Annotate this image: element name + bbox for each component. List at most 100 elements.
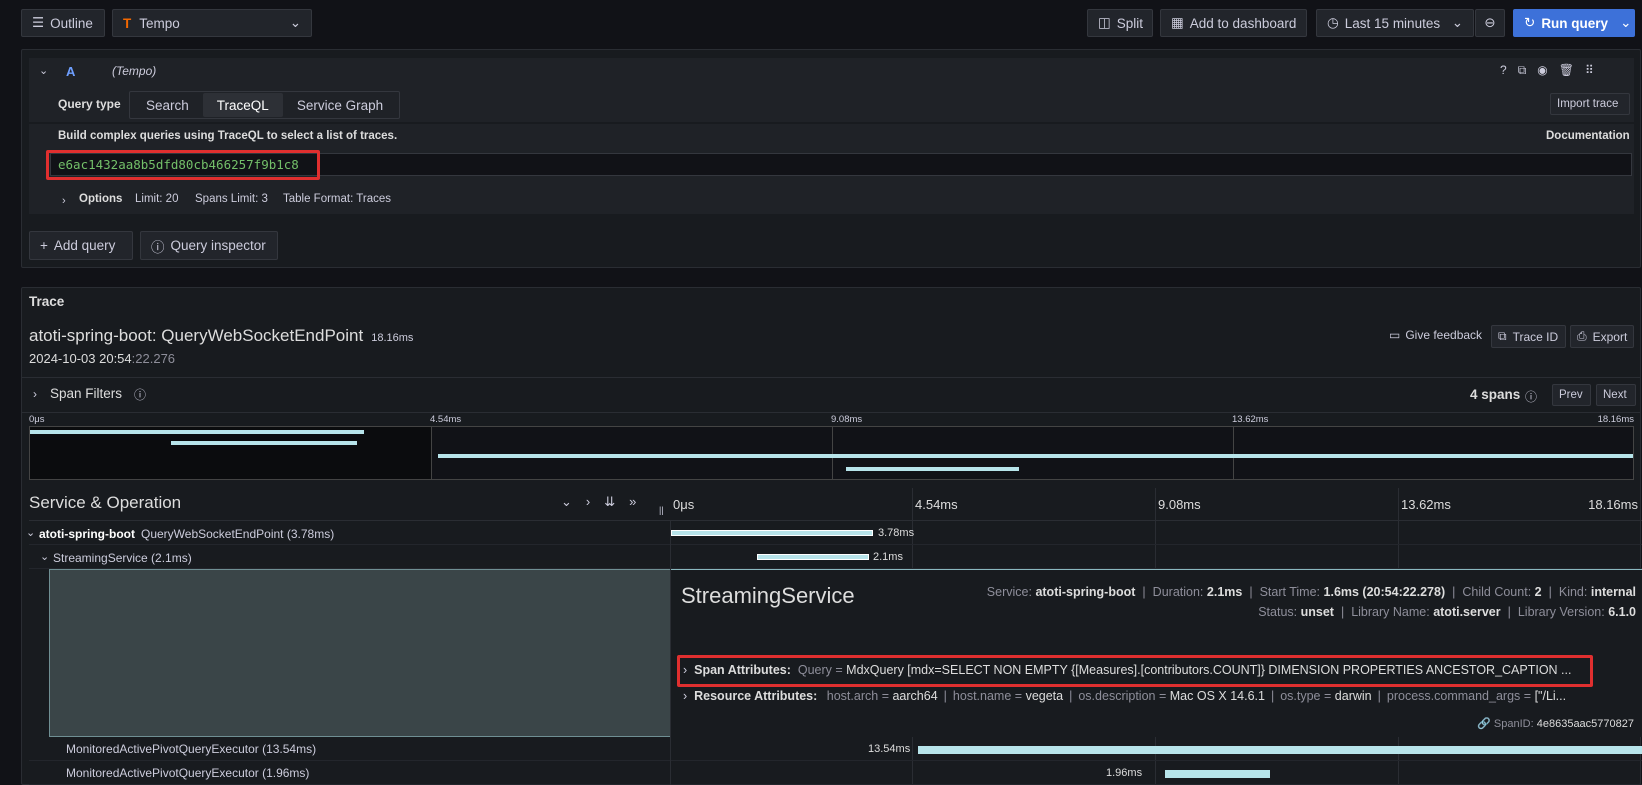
query-row-header <box>29 58 1634 86</box>
query-ref-id[interactable]: A <box>66 64 75 79</box>
meta-duration-value: 2.1ms <box>1206 585 1243 599</box>
add-to-dashboard-label: Add to dashboard <box>1189 15 1297 31</box>
span-duration-label: 13.54ms <box>868 743 911 755</box>
run-query-button[interactable]: ↻ Run query ⌄ <box>1513 9 1635 37</box>
minimap-span-bar <box>171 441 357 445</box>
dashboard-grid-icon: ▦ <box>1171 15 1184 30</box>
prev-button[interactable]: Prev <box>1552 384 1591 406</box>
next-button[interactable]: Next <box>1596 384 1636 406</box>
options-table-format: Table Format: Traces <box>283 193 392 205</box>
outline-button[interactable]: ☰ Outline <box>21 9 105 37</box>
outline-label: Outline <box>50 15 93 31</box>
comment-icon: ▭ <box>1389 328 1401 342</box>
duplicate-icon[interactable]: ⧉ <box>1518 63 1527 78</box>
span-operation[interactable]: StreamingService (2.1ms) <box>53 551 192 565</box>
span-bar[interactable] <box>756 554 869 560</box>
datasource-label: Tempo <box>139 15 180 31</box>
trace-id-label: Trace ID <box>1512 329 1559 344</box>
res-attr-key: host.name <box>952 689 1012 703</box>
trash-icon[interactable]: 🗑 <box>1559 63 1574 78</box>
span-expand-icon[interactable]: ⌄ <box>26 526 35 539</box>
span-attributes-highlight-box <box>677 655 1593 687</box>
span-id-row: 🔗 SpanID: 4e8635aac5770827 <box>1477 717 1634 730</box>
minimap-gridline <box>1233 427 1234 479</box>
documentation-link[interactable]: Documentation <box>1546 130 1630 142</box>
chevron-down-icon: ⌄ <box>1451 15 1463 30</box>
help-icon[interactable]: ? <box>1500 63 1507 78</box>
header-controls: ⌄ › ⇊ » <box>561 494 636 510</box>
span-id-value[interactable]: 4e8635aac5770827 <box>1537 718 1634 730</box>
resource-attributes-row[interactable]: › Resource Attributes: host.arch = aarch… <box>683 689 1633 703</box>
span-operation[interactable]: MonitoredActivePivotQueryExecutor (13.54… <box>66 742 316 756</box>
meta-lib-name-label: Library Name: <box>1351 605 1430 619</box>
res-attr-key: process.command_args <box>1386 689 1521 703</box>
span-detail-left-guide <box>49 569 671 737</box>
res-attr-key: os.type <box>1280 689 1321 703</box>
split-icon: ◫ <box>1098 15 1111 30</box>
span-id-label: SpanID: <box>1493 718 1534 730</box>
minimap-tick: 9.08ms <box>831 414 863 425</box>
export-button[interactable]: ⎙ Export <box>1570 325 1634 348</box>
span-bar[interactable] <box>671 530 874 536</box>
export-label: Export <box>1592 329 1628 344</box>
span-detail-panel: StreamingService Service: atoti-spring-b… <box>671 569 1642 737</box>
tab-search[interactable]: Search <box>132 93 203 117</box>
tempo-logo-icon: T <box>123 15 132 31</box>
eye-icon[interactable]: ◉ <box>1537 63 1547 78</box>
datasource-picker[interactable]: T Tempo ⌄ <box>112 9 312 37</box>
span-filters-label[interactable]: Span Filters <box>50 386 122 401</box>
drag-handle-icon[interactable]: ⠿ <box>1585 63 1594 78</box>
tab-traceql[interactable]: TraceQL <box>202 93 283 117</box>
span-name[interactable]: atoti-spring-boot QueryWebSocketEndPoint… <box>39 527 334 541</box>
expand-one-icon[interactable]: › <box>586 494 590 510</box>
give-feedback-link[interactable]: ▭ Give feedback <box>1389 328 1482 342</box>
collapse-all-icon[interactable]: ⇊ <box>604 494 615 510</box>
res-attr-key: os.description <box>1078 689 1156 703</box>
res-attr-value: aarch64 <box>892 689 938 703</box>
link-icon[interactable]: 🔗 <box>1477 718 1491 730</box>
minimap-span-bar <box>30 430 364 434</box>
chevron-down-icon: ⌄ <box>1620 15 1632 30</box>
collapse-query-icon[interactable]: ⌄ <box>39 64 48 77</box>
zoom-out-button[interactable]: ⊖ <box>1475 9 1505 37</box>
trace-service-operation: atoti-spring-boot: QueryWebSocketEndPoin… <box>29 326 364 345</box>
timeline-ticks: 0μs 4.54ms 9.08ms 13.62ms 18.16ms <box>670 488 1642 521</box>
prev-label: Prev <box>1559 389 1583 401</box>
tab-service-graph[interactable]: Service Graph <box>283 93 397 117</box>
options-label[interactable]: Options <box>79 193 122 205</box>
service-operation-header: Service & Operation <box>29 493 182 512</box>
minimap-selection <box>30 427 432 479</box>
res-attr-value: darwin <box>1334 689 1372 703</box>
options-limit: Limit: 20 <box>135 193 179 205</box>
split-button[interactable]: ◫ Split <box>1087 9 1153 37</box>
trace-minimap[interactable] <box>29 426 1634 480</box>
span-detail-meta-2: Status: unset | Library Name: atoti.serv… <box>1258 605 1636 619</box>
span-filters-chevron-icon[interactable]: › <box>33 387 37 401</box>
meta-duration-label: Duration: <box>1152 585 1204 599</box>
meta-kind-value: internal <box>1590 585 1636 599</box>
query-inspector-button[interactable]: ⓘ Query inspector <box>140 231 278 260</box>
minimap-gridline <box>832 427 833 479</box>
import-trace-label: Import trace <box>1557 98 1619 110</box>
collapse-one-icon[interactable]: ⌄ <box>561 494 572 510</box>
options-spans-limit: Spans Limit: 3 <box>195 193 268 205</box>
span-detail-meta-1: Service: atoti-spring-boot | Duration: 2… <box>986 585 1636 599</box>
span-bar[interactable] <box>1165 770 1270 778</box>
span-bar[interactable] <box>918 746 1642 754</box>
span-expand-icon[interactable]: ⌄ <box>40 550 49 563</box>
expand-all-icon[interactable]: » <box>629 494 636 510</box>
span-operation[interactable]: MonitoredActivePivotQueryExecutor (1.96m… <box>66 766 309 780</box>
timeline-tick: 0μs <box>673 497 695 512</box>
run-query-label: Run query <box>1541 15 1609 31</box>
timeline-tick: 9.08ms <box>1158 497 1201 512</box>
add-query-button[interactable]: + Add query <box>29 231 133 260</box>
options-chevron-icon[interactable]: › <box>62 195 66 207</box>
minimap-gridline <box>431 427 432 479</box>
meta-child-value: 2 <box>1534 585 1542 599</box>
meta-lib-version-label: Library Version: <box>1517 605 1605 619</box>
time-range-picker[interactable]: ◷ Last 15 minutes ⌄ <box>1316 9 1474 37</box>
column-resize-handle[interactable]: || <box>659 505 664 515</box>
import-trace-button[interactable]: Import trace <box>1550 93 1630 115</box>
add-to-dashboard-button[interactable]: ▦ Add to dashboard <box>1160 9 1307 37</box>
trace-id-button[interactable]: ⧉ Trace ID <box>1491 325 1566 348</box>
